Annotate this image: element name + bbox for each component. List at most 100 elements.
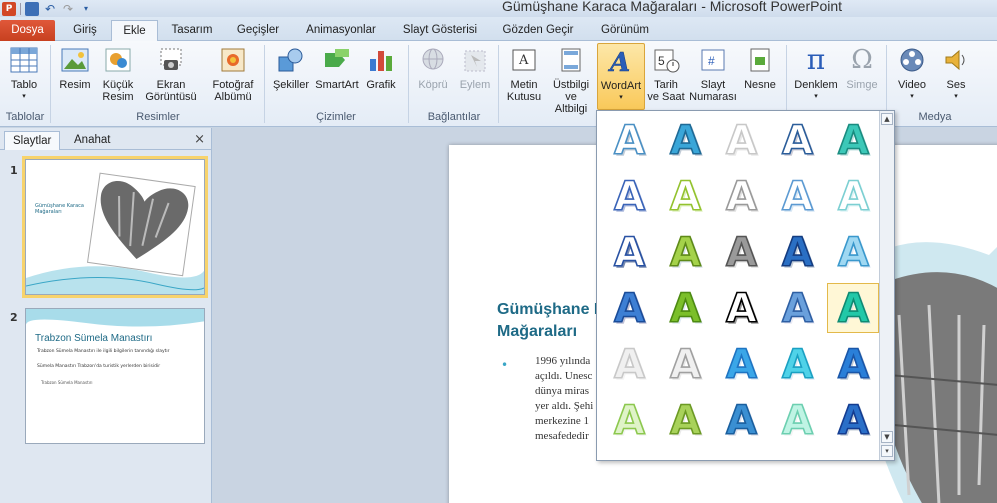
- symbol-button[interactable]: Ω Simge: [842, 45, 882, 91]
- text-box-icon: A: [509, 45, 539, 75]
- video-dropdown-icon: ▾: [910, 93, 914, 100]
- tab-review[interactable]: Gözden Geçir: [494, 20, 582, 41]
- wordart-a-icon: AA: [613, 285, 647, 331]
- table-icon: [9, 45, 39, 75]
- wordart-style-option[interactable]: AA: [827, 395, 879, 445]
- close-pane-icon[interactable]: ×: [194, 132, 205, 147]
- wordart-style-option[interactable]: AA: [715, 283, 767, 333]
- svg-text:A: A: [614, 118, 645, 163]
- text-box-button[interactable]: A Metin Kutusu: [502, 45, 546, 103]
- slide-title-line-1: Gümüşhane K: [497, 301, 606, 318]
- slide-thumbnail-1[interactable]: Gümüşhane Karaca Mağaraları: [22, 156, 208, 298]
- svg-text:A: A: [670, 342, 701, 387]
- tab-slides[interactable]: Slaytlar: [4, 131, 61, 150]
- action-button[interactable]: Eylem: [456, 45, 494, 91]
- gallery-scrollbar[interactable]: ▲ ▼ ▾: [879, 111, 894, 460]
- slide-number-button[interactable]: # Slayt Numarası: [688, 45, 738, 103]
- wordart-style-option[interactable]: AA: [659, 115, 711, 165]
- svg-text:A: A: [726, 342, 757, 387]
- object-button[interactable]: Nesne: [740, 45, 780, 91]
- wordart-style-option[interactable]: AA: [659, 227, 711, 277]
- svg-text:A: A: [607, 48, 630, 75]
- wordart-style-option[interactable]: AA: [771, 115, 823, 165]
- wordart-style-option[interactable]: AA: [771, 283, 823, 333]
- shapes-button[interactable]: Şekiller: [268, 45, 314, 91]
- wordart-a-icon: AA: [837, 285, 871, 331]
- date-time-button[interactable]: 5 Tarih ve Saat: [646, 45, 686, 103]
- tab-animations[interactable]: Animasyonlar: [296, 20, 386, 41]
- undo-icon[interactable]: ↶: [43, 2, 57, 16]
- audio-button[interactable]: Ses ▾: [938, 45, 974, 103]
- svg-text:A: A: [782, 118, 813, 163]
- wordart-style-option[interactable]: AA: [771, 227, 823, 277]
- wordart-a-icon: AA: [837, 229, 871, 275]
- table-dropdown-icon: ▾: [22, 93, 26, 100]
- wordart-style-option[interactable]: AA: [715, 339, 767, 389]
- wordart-style-option[interactable]: AA: [603, 395, 655, 445]
- tab-design[interactable]: Tasarım: [163, 20, 221, 41]
- scroll-more-icon[interactable]: ▾: [881, 445, 893, 457]
- wordart-style-option[interactable]: AA: [827, 227, 879, 277]
- screenshot-button[interactable]: Ekran Görüntüsü: [140, 45, 202, 103]
- smartart-icon: [322, 45, 352, 75]
- tab-slide-show[interactable]: Slayt Gösterisi: [394, 20, 486, 41]
- slides-pane: Slaytlar Anahat × 1 Gümüşhane Karaca Mağ…: [0, 128, 212, 503]
- wordart-style-option[interactable]: AA: [715, 171, 767, 221]
- slide-number-label-2: Numarası: [689, 91, 737, 103]
- slide-body-text[interactable]: 1996 yılında açıldı. Unesc dünya miras y…: [535, 354, 605, 444]
- scroll-down-icon[interactable]: ▼: [881, 431, 893, 443]
- table-button[interactable]: Tablo ▾: [4, 45, 44, 103]
- wordart-style-option[interactable]: AA: [715, 227, 767, 277]
- redo-icon[interactable]: ↷: [61, 2, 75, 16]
- save-icon[interactable]: [25, 1, 39, 16]
- header-footer-button[interactable]: Üstbilgi ve Altbilgi: [548, 45, 594, 115]
- slide-thumbnail-2[interactable]: Trabzon Sümela Manastırı Trabzon Sümela …: [25, 308, 205, 444]
- wordart-style-option[interactable]: AA: [715, 115, 767, 165]
- wordart-button[interactable]: A WordArt ▾: [597, 43, 645, 110]
- wordart-style-option[interactable]: AA: [827, 283, 879, 333]
- film-reel-icon: [897, 45, 927, 75]
- wordart-style-option[interactable]: AA: [715, 395, 767, 445]
- wordart-style-option[interactable]: AA: [659, 171, 711, 221]
- wordart-a-icon: AA: [837, 341, 871, 387]
- tab-transitions[interactable]: Geçişler: [228, 20, 288, 41]
- photo-album-button[interactable]: Fotoğraf Albümü: [206, 45, 260, 103]
- tab-view[interactable]: Görünüm: [590, 20, 660, 41]
- wordart-style-option[interactable]: AA: [603, 171, 655, 221]
- wordart-a-icon: AA: [669, 341, 703, 387]
- picture-button[interactable]: Resim: [56, 45, 94, 91]
- video-button[interactable]: Video ▾: [890, 45, 934, 103]
- wordart-style-option[interactable]: AA: [771, 339, 823, 389]
- tab-outline[interactable]: Anahat: [66, 131, 118, 150]
- scroll-up-icon[interactable]: ▲: [881, 113, 893, 125]
- wordart-a-icon: AA: [725, 117, 759, 163]
- tab-insert[interactable]: Ekle: [111, 20, 158, 42]
- tab-file[interactable]: Dosya: [0, 20, 55, 41]
- wordart-style-option[interactable]: AA: [659, 339, 711, 389]
- wordart-style-option[interactable]: AA: [659, 283, 711, 333]
- svg-text:5: 5: [658, 54, 665, 68]
- wordart-a-icon: AA: [837, 397, 871, 443]
- thumb-2-bullet-2: Sümela Manastırı Trabzon'da turistik yer…: [37, 364, 161, 369]
- wordart-style-option[interactable]: AA: [771, 395, 823, 445]
- wordart-style-option[interactable]: AA: [603, 283, 655, 333]
- chart-button[interactable]: Grafik: [362, 45, 400, 91]
- wordart-style-option[interactable]: AA: [827, 171, 879, 221]
- customize-qat-icon[interactable]: ▾: [79, 2, 93, 16]
- hyperlink-button[interactable]: Köprü: [412, 45, 454, 91]
- slide-title-placeholder[interactable]: Gümüşhane K Mağaraları: [497, 299, 605, 343]
- wordart-style-option[interactable]: AA: [603, 227, 655, 277]
- svg-text:A: A: [670, 398, 701, 443]
- wordart-style-option[interactable]: AA: [659, 395, 711, 445]
- clip-art-button[interactable]: Küçük Resim: [98, 45, 138, 103]
- powerpoint-app-icon[interactable]: P: [2, 1, 16, 16]
- tab-home[interactable]: Giriş: [62, 20, 108, 41]
- smartart-button[interactable]: SmartArt: [314, 45, 360, 91]
- wordart-style-option[interactable]: AA: [827, 115, 879, 165]
- wordart-style-option[interactable]: AA: [603, 339, 655, 389]
- wordart-style-option[interactable]: AA: [603, 115, 655, 165]
- equation-button[interactable]: π Denklem ▾: [790, 45, 842, 103]
- header-footer-icon: [556, 45, 586, 75]
- wordart-style-option[interactable]: AA: [771, 171, 823, 221]
- wordart-style-option[interactable]: AA: [827, 339, 879, 389]
